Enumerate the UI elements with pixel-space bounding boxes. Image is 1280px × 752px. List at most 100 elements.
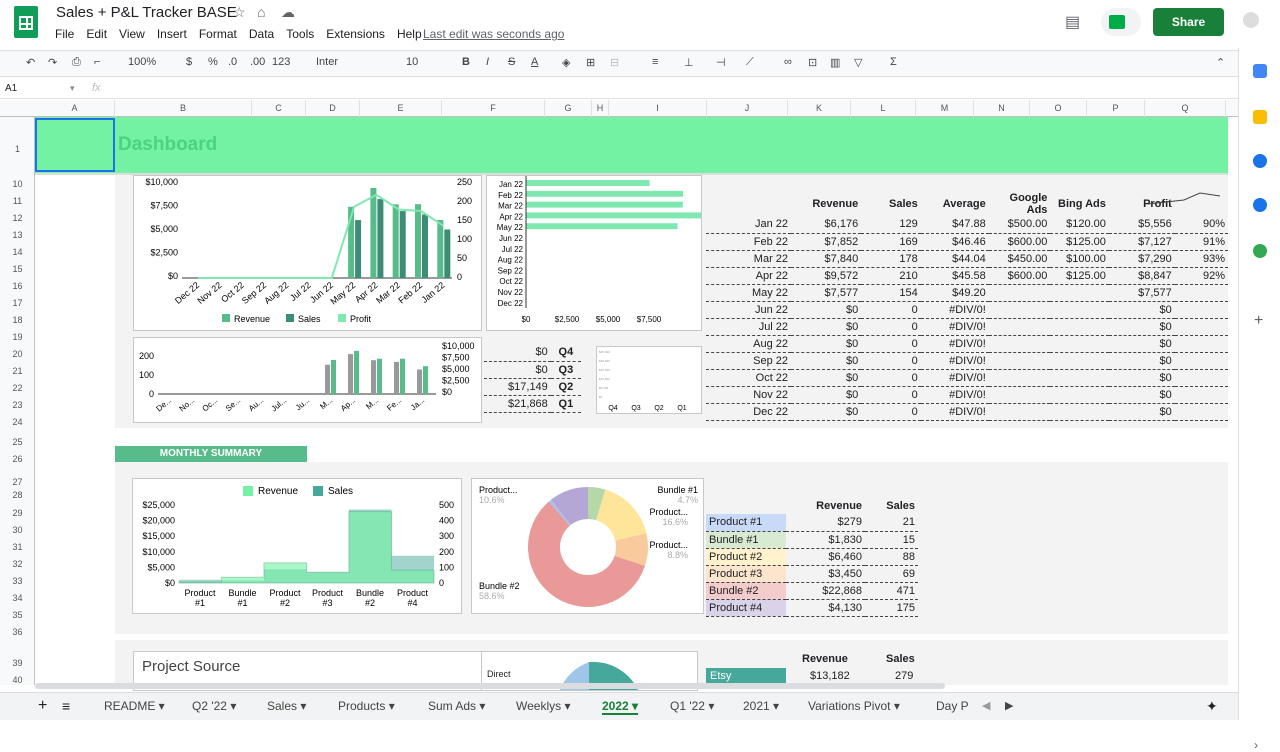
pl-cell[interactable]: Aug 22 (706, 335, 792, 353)
pl-cell[interactable]: Feb 22 (706, 233, 792, 251)
pl-cell[interactable]: $9,572 (791, 267, 862, 285)
avatar[interactable] (1243, 12, 1259, 28)
pl-cell[interactable]: #DIV/0! (920, 301, 989, 319)
pl-cell[interactable]: $45.58 (920, 267, 989, 285)
pl-cell[interactable]: #DIV/0! (920, 335, 989, 353)
pl-cell[interactable]: $0 (1108, 403, 1175, 421)
row-header[interactable]: 18 (0, 315, 35, 325)
pl-cell[interactable]: #DIV/0! (920, 403, 989, 421)
pl-cell[interactable]: 0 (861, 352, 921, 370)
currency-button[interactable]: $ (186, 56, 192, 68)
pl-cell[interactable]: 0 (861, 301, 921, 319)
revenue-sales-profit-chart[interactable]: $10,000 $7,500 $5,000 $2,500 $0 250 200 150 100 5… (133, 175, 482, 331)
increase-decimal-button[interactable]: .00 (250, 56, 265, 68)
comment-icon[interactable]: ⊡ (808, 56, 817, 69)
row-header[interactable]: 23 (0, 400, 35, 410)
add-addon-icon[interactable]: + (1254, 312, 1263, 330)
pl-cell[interactable]: $46.46 (920, 233, 989, 251)
pl-cell[interactable]: $500.00 (988, 216, 1051, 234)
row-header[interactable]: 14 (0, 247, 35, 257)
menu-tools[interactable]: Tools (286, 27, 314, 41)
link-icon[interactable]: ∞ (784, 56, 792, 68)
row-header[interactable]: 22 (0, 383, 35, 393)
add-sheet-icon[interactable]: + (38, 697, 47, 715)
pl-cell[interactable]: Dec 22 (706, 403, 792, 421)
pl-cell[interactable]: $0 (791, 318, 862, 336)
pl-cell[interactable]: Nov 22 (706, 386, 792, 404)
pl-cell[interactable]: $44.04 (920, 250, 989, 268)
menu-data[interactable]: Data (249, 27, 274, 41)
product-revenue[interactable]: $1,830 (786, 531, 866, 549)
pl-cell[interactable] (1174, 335, 1228, 353)
pl-cell[interactable]: $5,556 (1108, 216, 1175, 234)
strikethrough-icon[interactable]: S (508, 56, 515, 68)
row-header[interactable]: 32 (0, 559, 35, 569)
sheet-tab[interactable]: Sales ▾ (267, 699, 306, 713)
menu-help[interactable]: Help (397, 27, 422, 41)
collapse-toolbar-icon[interactable]: ⌃ (1216, 56, 1225, 69)
pl-cell[interactable]: 210 (861, 267, 921, 285)
menu-format[interactable]: Format (199, 27, 237, 41)
column-header[interactable]: C (252, 100, 306, 117)
sheet-tab[interactable]: Q1 '22 ▾ (670, 699, 714, 713)
row-header[interactable]: 11 (0, 196, 35, 206)
pl-cell[interactable] (988, 352, 1051, 370)
row-header[interactable]: 26 (0, 454, 35, 464)
pl-cell[interactable]: 0 (861, 335, 921, 353)
pl-cell[interactable]: May 22 (706, 284, 792, 302)
product-sales[interactable]: 15 (865, 531, 918, 549)
scroll-tabs-left-icon[interactable]: ◀ (982, 699, 990, 712)
pl-cell[interactable]: #DIV/0! (920, 318, 989, 336)
column-header[interactable]: E (360, 100, 442, 117)
pl-cell[interactable]: $0 (1108, 301, 1175, 319)
italic-icon[interactable]: I (486, 56, 489, 68)
column-header[interactable]: J (707, 100, 788, 117)
pl-cell[interactable]: Sep 22 (706, 352, 792, 370)
product-sales[interactable]: 175 (865, 599, 918, 617)
product-revenue[interactable]: $279 (786, 514, 866, 532)
last-edit-link[interactable]: Last edit was seconds ago (423, 27, 564, 41)
pl-cell[interactable]: $120.00 (1050, 216, 1109, 234)
pl-cell[interactable]: $0 (791, 352, 862, 370)
pl-cell[interactable] (988, 403, 1051, 421)
pl-cell[interactable] (1174, 352, 1228, 370)
product-donut-chart[interactable]: Product... 10.6% Bundle #1 4.7% Product... 16… (471, 478, 704, 614)
product-name[interactable]: Product #4 (706, 599, 786, 617)
product-name[interactable]: Product #1 (706, 514, 786, 532)
horizontal-scrollbar[interactable] (35, 683, 945, 689)
font-size-select[interactable]: 10 (406, 56, 418, 68)
pl-cell[interactable]: $0 (791, 301, 862, 319)
pl-cell[interactable] (1174, 301, 1228, 319)
undo-icon[interactable]: ↶ (26, 56, 35, 69)
row-header[interactable]: 33 (0, 576, 35, 586)
product-revenue[interactable]: $4,130 (786, 599, 866, 617)
column-header[interactable]: F (442, 100, 545, 117)
pl-cell[interactable] (1174, 403, 1228, 421)
pl-cell[interactable]: 91% (1174, 233, 1228, 251)
monthly-summary-chart[interactable]: Revenue Sales $25,000 $20,000 $15,000 $10,000… (132, 478, 462, 614)
pl-cell[interactable]: 92% (1174, 267, 1228, 285)
redo-icon[interactable]: ↷ (48, 56, 57, 69)
pl-cell[interactable] (1050, 335, 1109, 353)
column-header[interactable]: A (35, 100, 115, 117)
pl-cell[interactable]: Apr 22 (706, 267, 792, 285)
sheet-tab[interactable]: Variations Pivot ▾ (808, 699, 900, 713)
name-box-dropdown-icon[interactable]: ▾ (70, 83, 75, 94)
bold-icon[interactable]: B (462, 56, 470, 68)
pl-cell[interactable] (1174, 284, 1228, 302)
pl-cell[interactable]: $49.20 (920, 284, 989, 302)
row-header[interactable]: 40 (0, 675, 35, 685)
row-header[interactable]: 36 (0, 627, 35, 637)
column-header[interactable]: B (115, 100, 252, 117)
product-revenue[interactable]: $22,868 (786, 582, 866, 600)
sheet-tab[interactable]: 2022 ▾ (602, 699, 639, 715)
pl-cell[interactable]: $0 (791, 335, 862, 353)
column-header[interactable]: L (851, 100, 916, 117)
pl-cell[interactable] (1174, 386, 1228, 404)
product-sales[interactable]: 21 (865, 514, 918, 532)
column-header[interactable]: O (1030, 100, 1087, 117)
percent-button[interactable]: % (208, 56, 218, 68)
fill-color-icon[interactable]: ◈ (562, 56, 570, 69)
column-header[interactable]: G (545, 100, 592, 117)
row-header[interactable]: 16 (0, 281, 35, 291)
